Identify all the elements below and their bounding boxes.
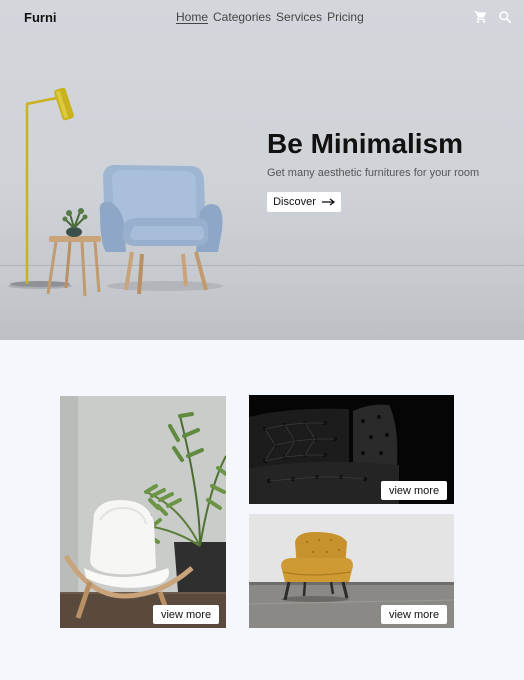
cart-icon[interactable] — [474, 10, 488, 24]
top-navbar: Furni Home Categories Services Pricing — [0, 0, 524, 34]
search-icon[interactable] — [498, 10, 512, 24]
brand-logo[interactable]: Furni — [24, 10, 57, 25]
arrow-right-icon — [321, 198, 335, 206]
product-card-white-chair[interactable]: view more — [60, 396, 226, 628]
view-more-button[interactable]: view more — [381, 605, 447, 624]
hero-banner: Furni Home Categories Services Pricing B… — [0, 0, 524, 340]
white-chair-image — [60, 396, 226, 628]
nav-menu: Home Categories Services Pricing — [176, 10, 364, 24]
hero-title: Be Minimalism — [267, 128, 464, 159]
view-more-button[interactable]: view more — [153, 605, 219, 624]
product-card-black-sofa[interactable]: view more — [249, 395, 454, 504]
nav-item-services[interactable]: Services — [276, 10, 322, 24]
nav-item-categories[interactable]: Categories — [213, 10, 271, 24]
nav-item-home[interactable]: Home — [176, 10, 208, 24]
discover-button-label: Discover — [273, 196, 316, 208]
hero-armchair-image — [8, 87, 223, 297]
view-more-button[interactable]: view more — [381, 481, 447, 500]
product-card-mustard-chair[interactable]: view more — [249, 514, 454, 628]
hero-subtitle: Get many aesthetic furnitures for your r… — [267, 167, 480, 179]
nav-item-pricing[interactable]: Pricing — [327, 10, 364, 24]
discover-button[interactable]: Discover — [267, 192, 341, 212]
